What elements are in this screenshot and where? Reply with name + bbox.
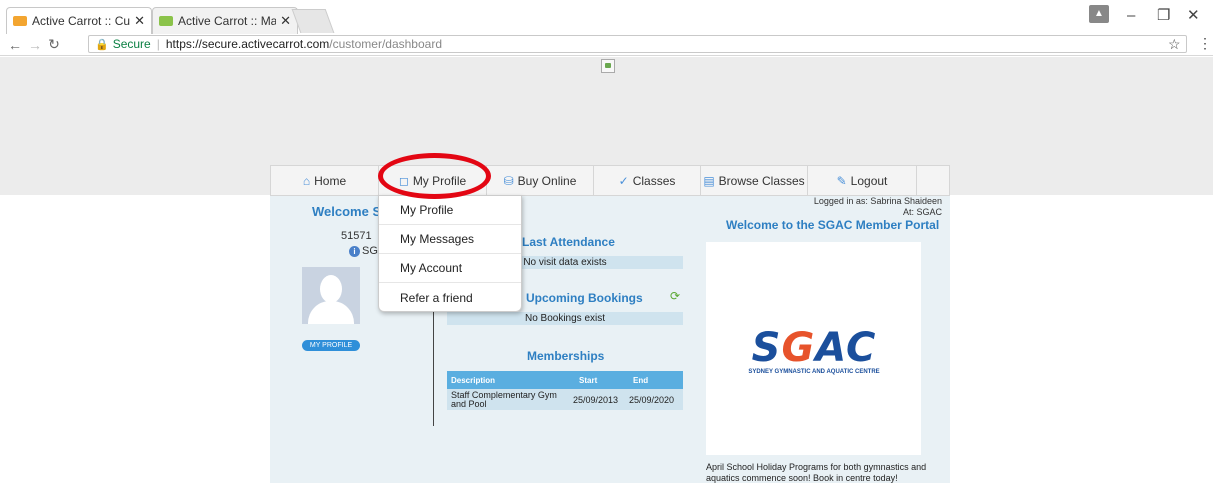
favicon-icon <box>159 16 173 26</box>
tab-title: Active Carrot :: Manager <box>178 14 277 28</box>
header-start: Start <box>579 375 598 385</box>
last-attendance-title: Last Attendance <box>522 235 615 249</box>
welcome-heading: Welcome Sa <box>312 204 389 219</box>
check-icon: ✓ <box>618 173 629 188</box>
menu-item-refer-a-friend[interactable]: Refer a friend <box>379 283 521 312</box>
browser-tab-bar: Active Carrot :: Customer ✕ Active Carro… <box>0 0 1213 34</box>
my-profile-button[interactable]: MY PROFILE <box>302 340 360 351</box>
promo-text: April School Holiday Programs for both g… <box>706 462 927 483</box>
header-end: End <box>633 375 649 385</box>
menu-item-my-account[interactable]: My Account <box>379 254 521 283</box>
divider <box>433 312 434 426</box>
upcoming-bookings-empty: No Bookings exist <box>447 312 683 325</box>
member-id: 51571 <box>341 230 372 242</box>
list-icon: ▤ <box>703 173 715 188</box>
membership-start: 25/09/2013 <box>573 394 619 405</box>
nav-browse-classes[interactable]: ▤ Browse Classes <box>701 166 808 195</box>
nav-label: Classes <box>632 173 676 188</box>
profile-dropdown-menu: My Profile My Messages My Account Refer … <box>378 195 522 312</box>
close-icon[interactable]: ✕ <box>134 13 145 29</box>
table-row[interactable]: Staff Complementary Gym and Pool 25/09/2… <box>447 389 683 410</box>
separator: | <box>156 37 160 51</box>
tab-manager[interactable]: Active Carrot :: Manager ✕ <box>152 7 298 34</box>
nav-classes[interactable]: ✓ Classes <box>594 166 701 195</box>
avatar <box>302 267 360 324</box>
nav-buy-online[interactable]: ⛁ Buy Online <box>487 166 594 195</box>
security-label: Secure <box>112 37 151 51</box>
minimize-icon[interactable]: – <box>1127 6 1135 26</box>
main-nav: ⌂ Home ◻ My Profile ⛁ Buy Online ✓ Class… <box>270 165 950 196</box>
memberships-table: Description Start End Staff Complementar… <box>447 371 683 410</box>
logged-in-user: Logged in as: Sabrina Shaideen <box>813 196 942 206</box>
portal-welcome-heading: Welcome to the SGAC Member Portal <box>726 218 940 232</box>
close-icon[interactable]: ✕ <box>280 13 291 29</box>
membership-description: Staff Complementary Gym and Pool <box>451 389 557 409</box>
membership-end: 25/09/2020 <box>629 394 675 405</box>
url-path: /customer/dashboard <box>329 37 442 51</box>
user-profile-icon[interactable]: ▲ <box>1089 5 1109 23</box>
home-icon: ⌂ <box>302 173 311 188</box>
nav-label: Buy Online <box>517 173 577 188</box>
lock-icon: 🔒 <box>95 38 109 51</box>
nav-label: Logout <box>850 173 888 188</box>
new-tab-button[interactable] <box>291 9 335 33</box>
venue-label: i SG/ <box>349 245 381 257</box>
menu-kebab-icon[interactable]: ⋮ <box>1198 35 1212 52</box>
broken-image-icon <box>601 59 615 73</box>
back-icon[interactable]: ← <box>8 37 22 53</box>
menu-item-my-profile[interactable]: My Profile <box>379 196 521 225</box>
tab-title: Active Carrot :: Customer <box>32 14 131 28</box>
highlight-circle <box>378 153 491 199</box>
address-bar[interactable]: 🔒 Secure | https://secure.activecarrot.c… <box>88 35 1187 53</box>
bookmark-star-icon[interactable]: ☆ <box>1168 36 1181 53</box>
nav-logout[interactable]: ✎ Logout <box>808 166 917 195</box>
header-description: Description <box>451 375 496 385</box>
table-header: Description Start End <box>447 371 683 389</box>
sgac-logo: SGAC SYDNEY GYMNASTIC AND AQUATIC CENTRE <box>748 325 880 375</box>
upcoming-bookings-title: Upcoming Bookings <box>526 291 643 305</box>
info-icon: i <box>349 246 360 257</box>
nav-home[interactable]: ⌂ Home <box>271 166 379 195</box>
menu-item-my-messages[interactable]: My Messages <box>379 225 521 254</box>
logged-in-info: Logged in as: Sabrina Shaideen At: SGAC <box>797 196 942 218</box>
cart-icon: ⛁ <box>503 173 514 188</box>
tab-customer[interactable]: Active Carrot :: Customer ✕ <box>6 7 152 34</box>
close-window-icon[interactable]: ✕ <box>1187 6 1200 26</box>
restore-icon[interactable]: ❐ <box>1157 6 1170 26</box>
refresh-icon[interactable]: ⟳ <box>670 289 680 303</box>
logout-icon: ✎ <box>836 173 847 188</box>
reload-icon[interactable]: ↻ <box>48 36 60 53</box>
memberships-title: Memberships <box>527 349 605 363</box>
favicon-icon <box>13 16 27 26</box>
url-host: https://secure.activecarrot.com <box>165 37 330 51</box>
logged-in-venue: At: SGAC <box>902 207 942 217</box>
nav-label: Home <box>314 173 347 188</box>
forward-icon[interactable]: → <box>28 37 42 53</box>
nav-label: Browse Classes <box>718 173 805 188</box>
